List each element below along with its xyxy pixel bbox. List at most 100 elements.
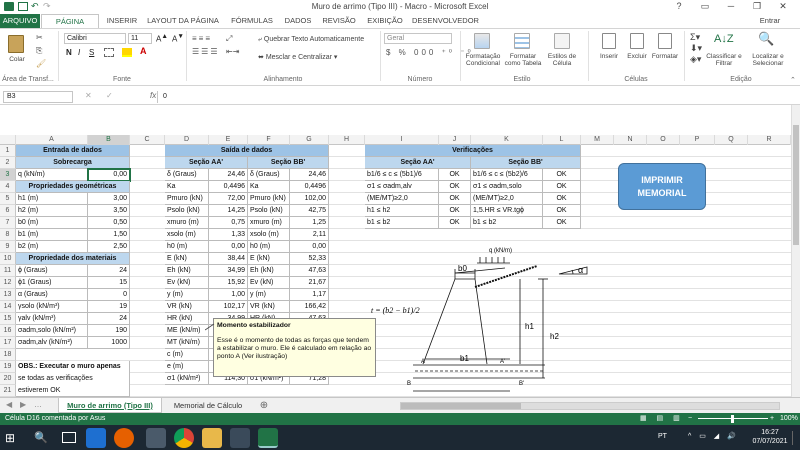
row-header-15[interactable]: 15 <box>0 313 16 325</box>
sheet-nav-left-icon[interactable]: ◀ <box>6 400 12 409</box>
row-header-1[interactable]: 1 <box>0 145 16 157</box>
new-sheet-button[interactable]: ⊕ <box>256 398 272 413</box>
column-header-g[interactable]: G <box>290 135 329 145</box>
tab-review[interactable]: REVISÃO <box>320 14 358 28</box>
entrada-mat-value[interactable]: 24 <box>88 265 130 277</box>
saida-value-aa[interactable]: 72,00 <box>209 193 248 205</box>
saida-label-bb[interactable]: δ (Graus) <box>248 169 290 181</box>
minimize-button[interactable]: ─ <box>718 0 744 13</box>
entrada-geo-label[interactable]: b0 (m) <box>16 217 88 229</box>
search-icon[interactable]: 🔍 <box>34 431 48 444</box>
column-header-d[interactable]: D <box>165 135 209 145</box>
saida-value-aa[interactable]: 1,33 <box>209 229 248 241</box>
row-header-21[interactable]: 21 <box>0 385 16 397</box>
saida-value-bb[interactable]: 0,4496 <box>290 181 329 193</box>
clock[interactable]: 16:27 07/07/2021 <box>752 428 788 446</box>
saida-label-aa[interactable]: h0 (m) <box>165 241 209 253</box>
editing-small-icons[interactable]: Σ▾ ⬇▾ ◈▾ <box>690 32 702 65</box>
entrada-geo-value[interactable]: 3,50 <box>88 205 130 217</box>
insert-cells-icon[interactable] <box>602 33 616 49</box>
column-header-p[interactable]: P <box>680 135 715 145</box>
saida-label-bb[interactable]: xsolo (m) <box>248 229 290 241</box>
verif-status-bb[interactable]: OK <box>543 217 581 229</box>
column-header-h[interactable]: H <box>329 135 365 145</box>
verif-criterion-aa[interactable]: b1/6 ≤ c ≤ (5b1)/6 <box>365 169 439 181</box>
verif-criterion-bb[interactable]: 1,5.HR ≤ VR.tgϕ <box>471 205 543 217</box>
grow-font-icon[interactable]: A▲ <box>156 33 168 44</box>
entrada-mat-label[interactable]: α (Graus) <box>16 289 88 301</box>
saida-label-aa[interactable]: E (kN) <box>165 253 209 265</box>
entrada-mat-label[interactable]: σadm,solo (kN/m²) <box>16 325 88 337</box>
underline-button[interactable]: S <box>89 48 94 57</box>
column-header-i[interactable]: I <box>365 135 439 145</box>
h-scroll-thumb[interactable] <box>401 403 521 409</box>
vertical-scrollbar[interactable] <box>791 105 800 397</box>
fill-color-icon[interactable] <box>122 48 132 57</box>
indent-icons[interactable]: ⇤⇥ <box>226 47 239 56</box>
row-header-19[interactable]: 19 <box>0 361 16 373</box>
column-header-f[interactable]: F <box>248 135 290 145</box>
excel-taskbar-icon[interactable] <box>258 428 278 448</box>
firefox-icon[interactable] <box>114 428 134 448</box>
saida-value-aa[interactable]: 15,92 <box>209 277 248 289</box>
italic-button[interactable]: I <box>78 48 80 57</box>
store-icon[interactable] <box>146 428 166 448</box>
language-indicator[interactable]: PT <box>658 433 667 440</box>
entrada-geo-value[interactable]: 3,00 <box>88 193 130 205</box>
saida-label-aa[interactable]: Eh (kN) <box>165 265 209 277</box>
saida-label-bb[interactable]: Eh (kN) <box>248 265 290 277</box>
verif-status-aa[interactable]: OK <box>439 193 471 205</box>
column-header-k[interactable]: K <box>471 135 543 145</box>
row-header-7[interactable]: 7 <box>0 217 16 229</box>
tab-developer[interactable]: DESENVOLVEDOR <box>412 14 479 28</box>
help-icon[interactable]: ? <box>666 0 692 13</box>
orientation-icon[interactable]: ⤢ <box>226 34 232 44</box>
format-painter-icon[interactable]: 🖌 <box>36 59 46 68</box>
maximize-button[interactable]: ❐ <box>744 0 770 13</box>
tab-formulas[interactable]: FÓRMULAS <box>228 14 276 28</box>
row-header-6[interactable]: 6 <box>0 205 16 217</box>
tab-page-layout[interactable]: LAYOUT DA PÁGINA <box>146 14 220 28</box>
entrada-q-value[interactable]: 0,00 <box>87 168 131 182</box>
entrada-mat-label[interactable]: ϕ (Graus) <box>16 265 88 277</box>
saida-value-bb[interactable]: 1,17 <box>290 289 329 301</box>
saida-label-aa[interactable]: HR (kN) <box>165 313 209 325</box>
tab-view[interactable]: EXIBIÇÃO <box>364 14 406 28</box>
format-cells-button[interactable]: Formatar <box>650 53 680 60</box>
close-button[interactable]: ✕ <box>770 0 796 13</box>
align-top-icons[interactable]: ≡≡≡ <box>192 34 212 43</box>
saida-value-aa[interactable]: 24,46 <box>209 169 248 181</box>
row-header-2[interactable]: 2 <box>0 157 16 169</box>
tab-file[interactable]: ARQUIVO <box>0 14 40 28</box>
delete-cells-button[interactable]: Excluir <box>622 53 652 60</box>
column-header-e[interactable]: E <box>209 135 248 145</box>
verif-status-aa[interactable]: OK <box>439 181 471 193</box>
saida-label-aa[interactable]: Ka <box>165 181 209 193</box>
enter-icon[interactable]: ✓ <box>106 91 113 100</box>
align-left-icons[interactable]: ☰☰☰ <box>192 47 220 56</box>
shrink-font-icon[interactable]: A▼ <box>172 33 184 44</box>
entrada-mat-value[interactable]: 0 <box>88 289 130 301</box>
saida-value-aa[interactable]: 34,99 <box>209 265 248 277</box>
saida-value-bb[interactable]: 2,11 <box>290 229 329 241</box>
sheet-tab-memorial[interactable]: Memorial de Cálculo <box>166 398 250 413</box>
saida-label-aa[interactable]: y (m) <box>165 289 209 301</box>
collapse-ribbon-icon[interactable]: ⌃ <box>790 76 796 84</box>
saida-value-bb[interactable]: 166,42 <box>290 301 329 313</box>
saida-value-aa[interactable]: 0,00 <box>209 241 248 253</box>
verif-status-aa[interactable]: OK <box>439 205 471 217</box>
row-header-9[interactable]: 9 <box>0 241 16 253</box>
saida-label-aa[interactable]: xmuro (m) <box>165 217 209 229</box>
zoom-out-icon[interactable]: − <box>688 413 692 425</box>
conditional-format-button[interactable]: Formatação Condicional <box>464 53 502 67</box>
saida-value-aa[interactable]: 38,44 <box>209 253 248 265</box>
row-header-18[interactable]: 18 <box>0 349 16 361</box>
column-header-n[interactable]: N <box>614 135 647 145</box>
entrada-mat-label[interactable]: γalv (kN/m³) <box>16 313 88 325</box>
entrada-geo-value[interactable]: 1,50 <box>88 229 130 241</box>
saida-label-aa[interactable]: MT (kN/m) <box>165 337 209 349</box>
task-view-icon[interactable] <box>62 432 76 443</box>
verif-criterion-bb[interactable]: σ1 ≤ σadm,solo <box>471 181 543 193</box>
font-color-icon[interactable]: A <box>140 46 147 56</box>
format-table-icon[interactable] <box>514 33 530 49</box>
